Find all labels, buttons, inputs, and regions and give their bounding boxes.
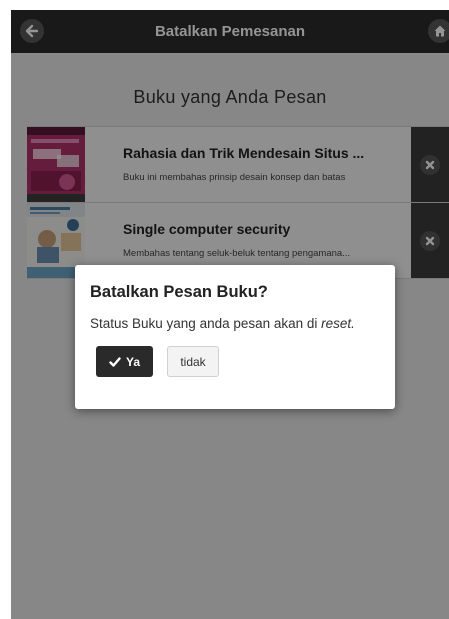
- check-icon: [109, 356, 121, 367]
- cancel-no-button[interactable]: tidak: [167, 346, 219, 377]
- dialog-message: Status Buku yang anda pesan akan di rese…: [90, 316, 355, 331]
- app-window: Batalkan Pemesanan Buku yang Anda Pesan: [11, 10, 449, 619]
- cancel-no-label: tidak: [180, 354, 206, 369]
- confirm-yes-label: Ya: [125, 354, 140, 369]
- confirm-dialog: Batalkan Pesan Buku? Status Buku yang an…: [75, 265, 395, 409]
- dialog-title: Batalkan Pesan Buku?: [90, 283, 268, 301]
- dialog-message-emphasis: reset.: [321, 316, 355, 331]
- dialog-message-text: Status Buku yang anda pesan akan di: [90, 316, 322, 331]
- confirm-yes-button[interactable]: Ya: [96, 346, 153, 377]
